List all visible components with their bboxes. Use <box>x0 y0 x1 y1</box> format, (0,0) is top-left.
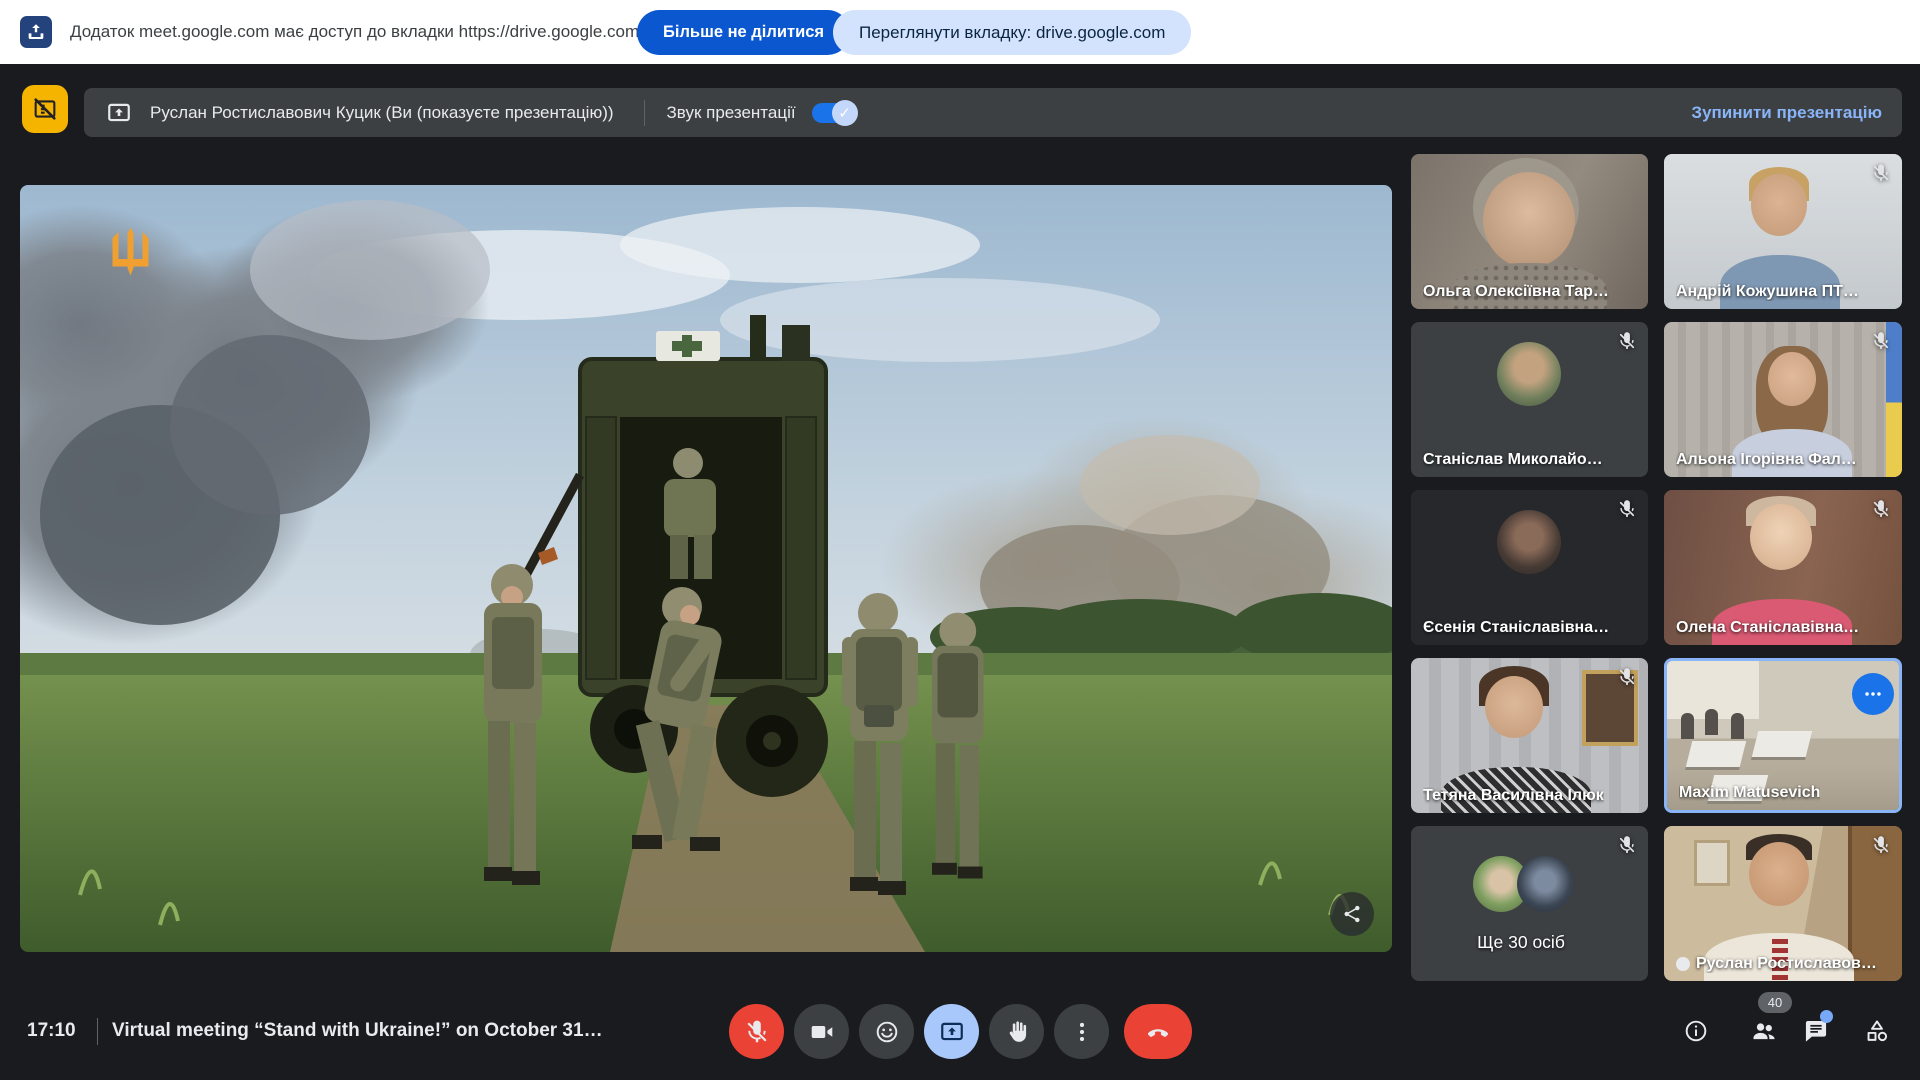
more-options-button[interactable] <box>1054 1004 1109 1059</box>
mic-off-icon <box>1871 499 1891 519</box>
participant-tile-olena[interactable]: Олена Станіславівна… <box>1664 490 1902 645</box>
mic-off-icon <box>1617 499 1637 519</box>
bottom-bar: 17:10 Virtual meeting “Stand with Ukrain… <box>0 998 1920 1080</box>
presentation-disabled-icon[interactable] <box>22 85 68 133</box>
present-button[interactable] <box>924 1004 979 1059</box>
mic-off-icon <box>1871 331 1891 351</box>
ukraine-trident-icon <box>104 226 157 286</box>
participant-name: Єсенія Станіславівна… <box>1423 619 1609 637</box>
avatar <box>1705 709 1718 735</box>
mic-toggle-button[interactable] <box>729 1004 784 1059</box>
participant-count-badge: 40 <box>1758 992 1792 1013</box>
google-meet-window: Додаток meet.google.com має доступ до вк… <box>0 0 1920 1080</box>
mic-off-icon <box>1617 835 1637 855</box>
divider <box>644 100 645 126</box>
presentation-bar: Руслан Ростиславович Куцик (Ви (показуєт… <box>84 88 1902 137</box>
camera-toggle-button[interactable] <box>794 1004 849 1059</box>
participant-name: Олена Станіславівна… <box>1676 619 1859 637</box>
avatar <box>1483 172 1575 268</box>
more-people-label: Ще 30 осіб <box>1411 932 1631 953</box>
divider <box>97 1018 98 1045</box>
presented-video-stage <box>20 185 1392 952</box>
picture-frame <box>1694 840 1730 886</box>
avatar <box>1731 713 1744 739</box>
mic-off-icon <box>1617 331 1637 351</box>
desk <box>1752 731 1812 757</box>
raise-hand-button[interactable] <box>989 1004 1044 1059</box>
people-icon[interactable] <box>1751 1018 1777 1044</box>
avatar <box>1497 342 1561 406</box>
desk <box>1686 741 1746 767</box>
presenter-name: Руслан Ростиславович Куцик (Ви (показуєт… <box>150 103 614 123</box>
avatar <box>1751 174 1807 236</box>
tile-more-options-button[interactable] <box>1852 673 1894 715</box>
toggle-check-icon: ✓ <box>832 100 858 126</box>
mic-off-icon <box>744 1019 770 1045</box>
chat-unread-dot <box>1820 1010 1833 1023</box>
clock: 17:10 <box>27 998 76 1064</box>
present-icon <box>939 1019 965 1045</box>
present-to-tab-icon <box>20 16 52 48</box>
reactions-icon <box>874 1019 900 1045</box>
participant-tile-stanislav[interactable]: Станіслав Миколайо… <box>1411 322 1648 477</box>
participant-name: Руслан Ростиславов… <box>1676 955 1877 973</box>
participant-name: Андрій Кожушина ПТ… <box>1676 283 1859 301</box>
tab-share-banner: Додаток meet.google.com має доступ до вк… <box>0 0 1920 64</box>
presented-video <box>20 185 1392 952</box>
stop-sharing-button[interactable]: Більше не ділитися <box>637 10 850 55</box>
participant-name-text: Руслан Ростиславов… <box>1696 955 1877 973</box>
participant-name: Maxim Matusevich <box>1679 784 1820 802</box>
participant-name: Ольга Олексіївна Тар… <box>1423 283 1609 301</box>
stop-presentation-link[interactable]: Зупинити презентацію <box>1691 88 1882 137</box>
activities-icon[interactable] <box>1864 1018 1890 1044</box>
end-call-button[interactable] <box>1124 1004 1192 1059</box>
participant-name: Станіслав Миколайо… <box>1423 451 1603 469</box>
mic-off-icon <box>1617 667 1637 687</box>
avatar <box>1497 510 1561 574</box>
raise-hand-icon <box>1004 1019 1030 1045</box>
avatar <box>1750 504 1812 570</box>
participant-name: Тетяна Василівна Ілюк <box>1423 787 1604 805</box>
presenting-indicator-dot <box>1676 957 1690 971</box>
avatar <box>1749 842 1809 906</box>
avatar <box>1485 676 1543 738</box>
avatar <box>1681 713 1694 739</box>
camera-icon <box>809 1019 835 1045</box>
end-call-icon <box>1145 1019 1171 1045</box>
participant-tile-ruslan[interactable]: Руслан Ростиславов… <box>1664 826 1902 981</box>
more-options-icon <box>1862 683 1884 705</box>
more-options-icon <box>1069 1019 1095 1045</box>
presentation-audio-label: Звук презентації <box>667 103 796 123</box>
participant-tile-alona[interactable]: Альона Ігорівна Фал… <box>1664 322 1902 477</box>
info-icon[interactable] <box>1683 1018 1709 1044</box>
overflow-tile-more-people[interactable]: Ще 30 осіб <box>1411 826 1648 981</box>
mic-off-icon <box>1871 835 1891 855</box>
share-button[interactable] <box>1330 892 1374 936</box>
participant-tile-maxim[interactable]: Maxim Matusevich <box>1664 658 1902 813</box>
participant-tile-yeseniia[interactable]: Єсенія Станіславівна… <box>1411 490 1648 645</box>
participant-tile-andrii[interactable]: Андрій Кожушина ПТ… <box>1664 154 1902 309</box>
meeting-title: Virtual meeting “Stand with Ukraine!” on… <box>112 998 603 1064</box>
reactions-button[interactable] <box>859 1004 914 1059</box>
share-icon <box>1341 903 1363 925</box>
view-tab-button[interactable]: Переглянути вкладку: drive.google.com <box>833 10 1191 55</box>
mic-off-icon <box>1871 163 1891 183</box>
avatar <box>1517 856 1573 912</box>
participant-name: Альона Ігорівна Фал… <box>1676 451 1857 469</box>
presentation-audio-toggle[interactable]: ✓ <box>812 103 856 123</box>
avatar <box>1768 352 1816 406</box>
tab-share-message: Додаток meet.google.com має доступ до вк… <box>70 0 639 64</box>
participant-tile-tetiana[interactable]: Тетяна Василівна Ілюк <box>1411 658 1648 813</box>
present-to-all-icon <box>106 100 132 126</box>
participant-tile-olha[interactable]: Ольга Олексіївна Тар… <box>1411 154 1648 309</box>
